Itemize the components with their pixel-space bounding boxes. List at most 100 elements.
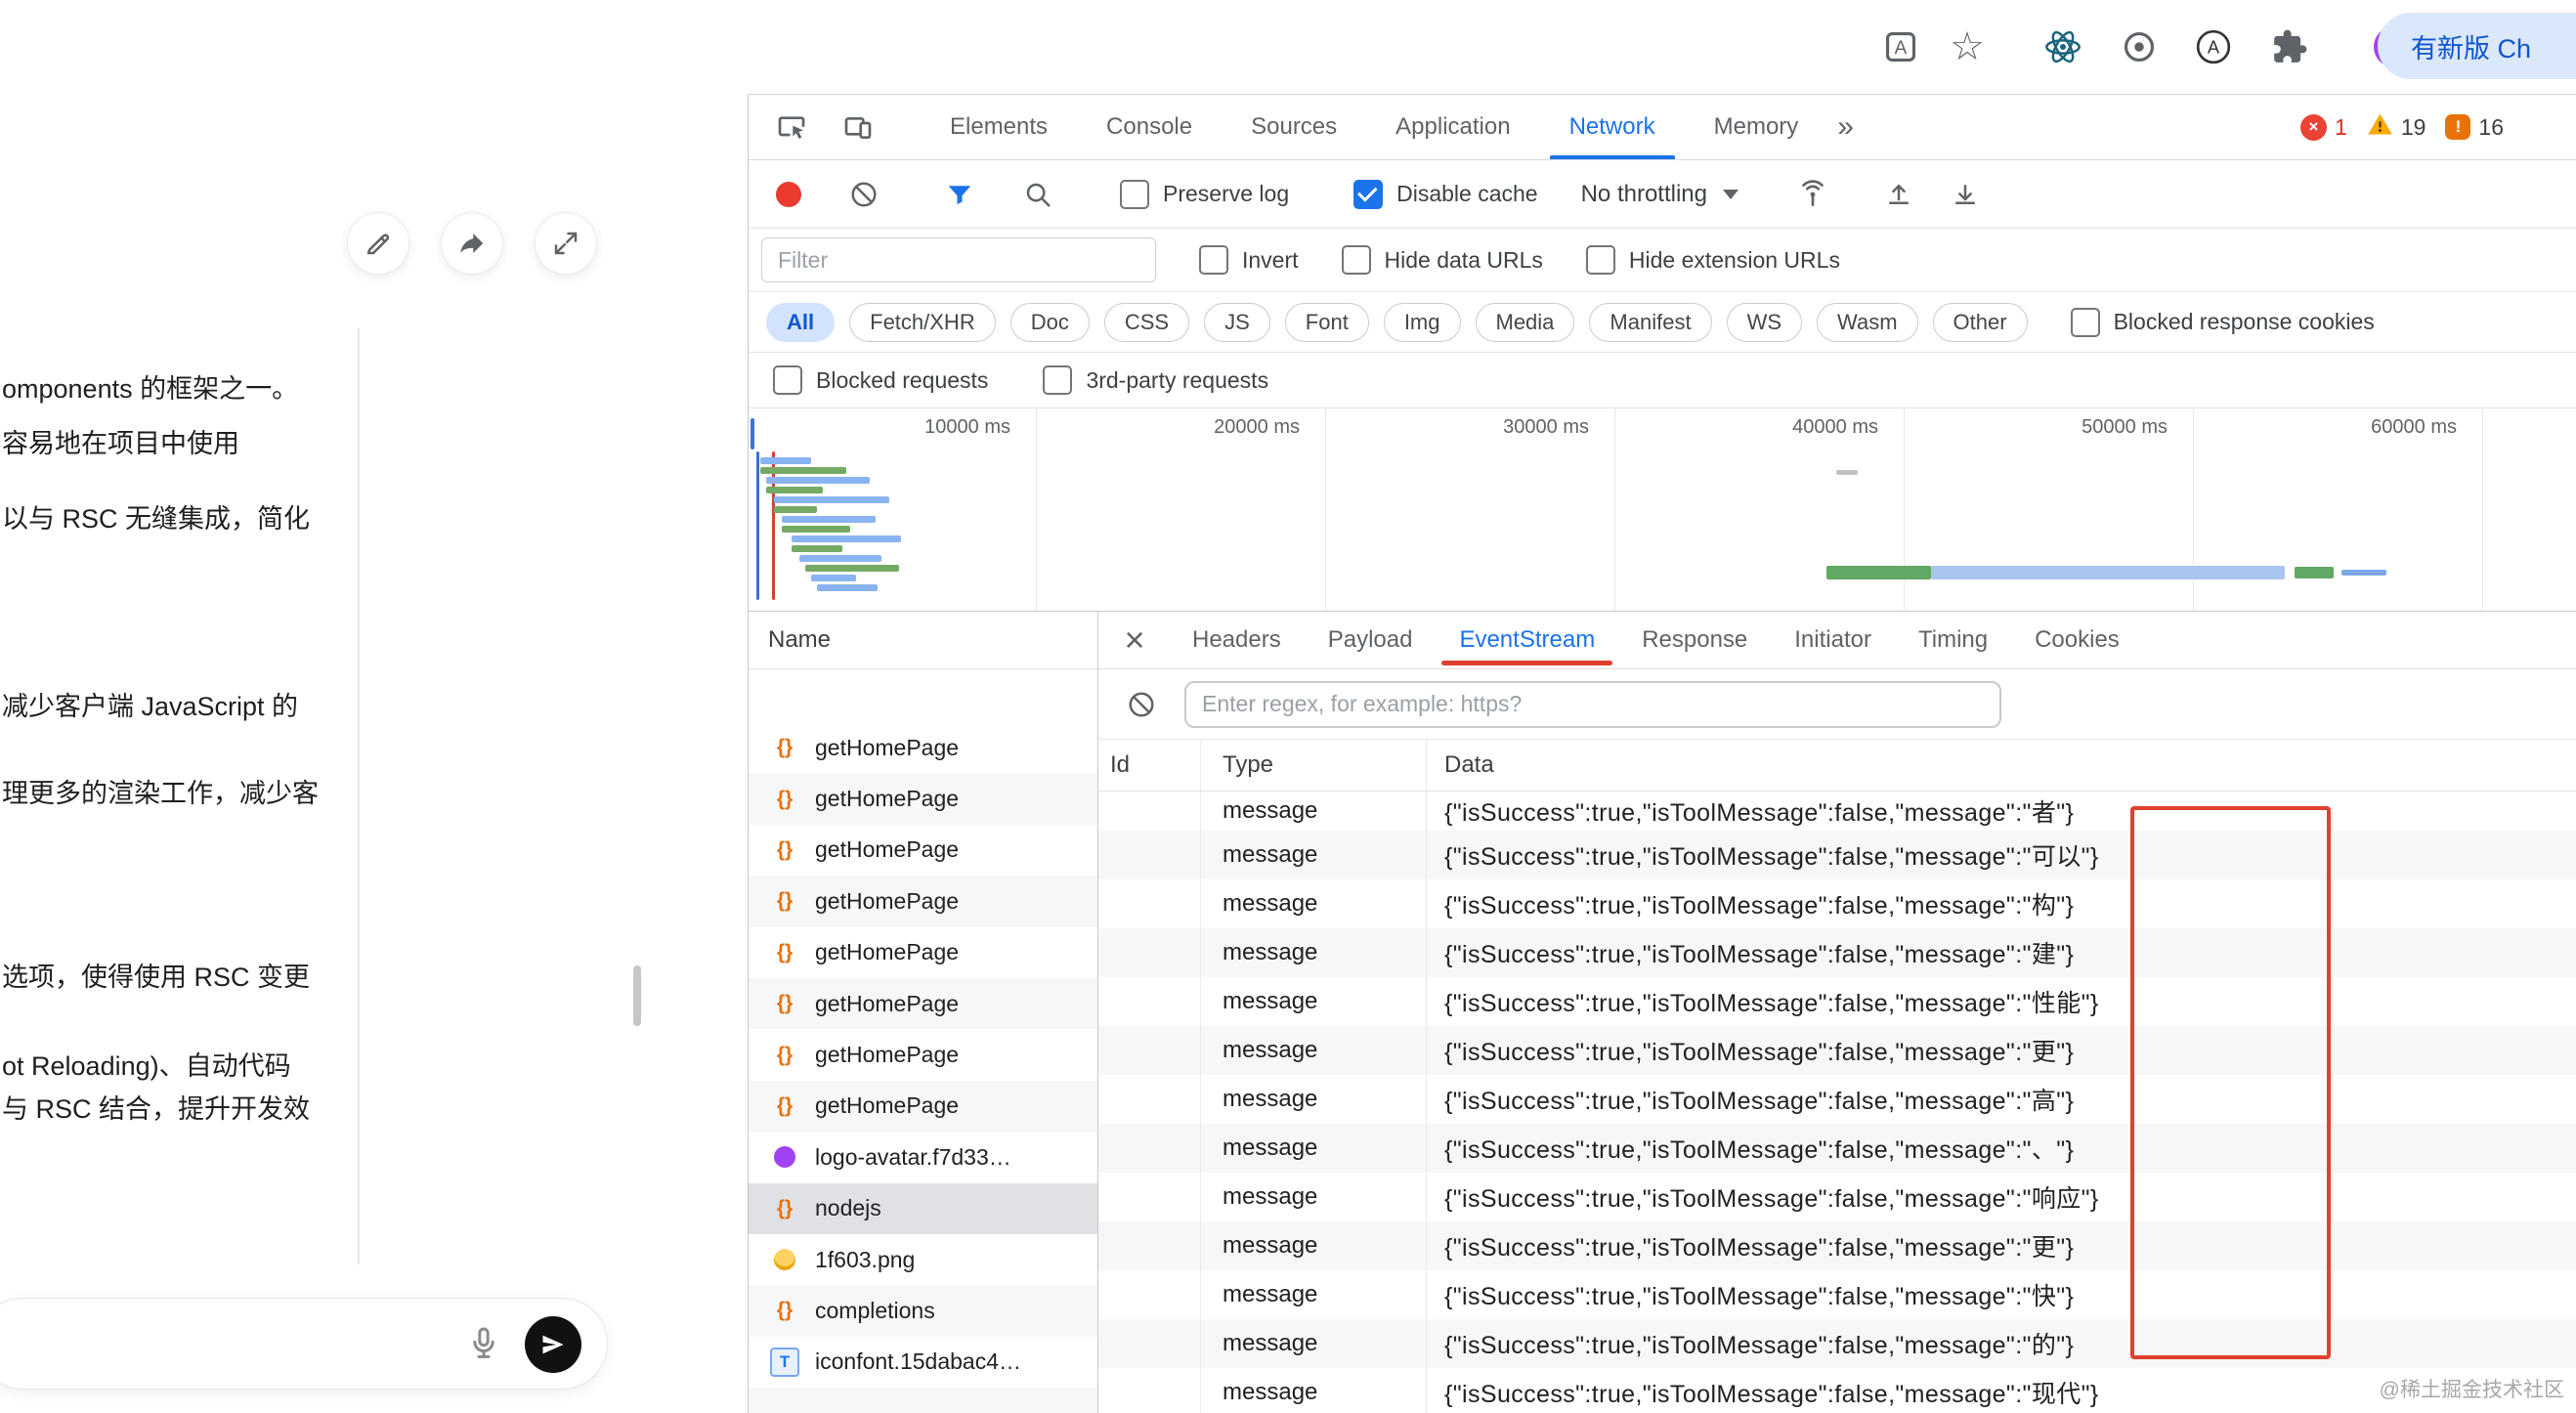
request-row[interactable]: completions bbox=[749, 1285, 1097, 1336]
circle-extension-icon[interactable] bbox=[2118, 25, 2161, 68]
devtools-tab[interactable]: Sources bbox=[1222, 95, 1366, 159]
resource-filter-chip[interactable]: Doc bbox=[1010, 303, 1090, 342]
request-type-icon bbox=[770, 788, 799, 811]
request-row[interactable]: iconfont.15dabac4… bbox=[749, 1337, 1097, 1388]
resource-filter-chip[interactable]: JS bbox=[1204, 303, 1270, 342]
name-column-header[interactable]: Name bbox=[749, 612, 1097, 669]
record-button[interactable] bbox=[776, 182, 801, 207]
request-row[interactable]: getHomePage bbox=[749, 773, 1097, 824]
request-row[interactable] bbox=[749, 1388, 1097, 1413]
devtools-tab[interactable]: Application bbox=[1366, 95, 1539, 159]
third-party-requests-checkbox[interactable]: 3rd-party requests bbox=[1043, 365, 1268, 395]
resource-filter-chip[interactable]: Other bbox=[1933, 303, 2028, 342]
request-row[interactable]: getHomePage bbox=[749, 876, 1097, 926]
resource-filter-chip[interactable]: CSS bbox=[1104, 303, 1189, 342]
request-row[interactable]: getHomePage bbox=[749, 1081, 1097, 1132]
detail-tab[interactable]: Payload bbox=[1305, 612, 1437, 668]
more-tabs-icon[interactable]: » bbox=[1837, 110, 1854, 144]
event-type-cell: message bbox=[1201, 1075, 1427, 1124]
clear-icon[interactable] bbox=[844, 175, 883, 214]
detail-tab[interactable]: EventStream bbox=[1436, 612, 1618, 668]
event-row[interactable]: message {"isSuccess":true,"isToolMessage… bbox=[1098, 1368, 2576, 1413]
export-har-icon[interactable] bbox=[1946, 175, 1985, 214]
throttling-select[interactable]: No throttling bbox=[1581, 181, 1739, 208]
event-row[interactable]: message {"isSuccess":true,"isToolMessage… bbox=[1098, 792, 2576, 831]
chrome-update-button[interactable]: 有新版 Ch bbox=[2378, 13, 2576, 79]
disable-cache-checkbox[interactable]: Disable cache bbox=[1353, 180, 1537, 209]
detail-tab[interactable]: Headers bbox=[1169, 612, 1305, 668]
event-data-cell: {"isSuccess":true,"isToolMessage":false,… bbox=[1427, 1221, 2576, 1270]
event-row[interactable]: message {"isSuccess":true,"isToolMessage… bbox=[1098, 1270, 2576, 1319]
devtools-tab[interactable]: Memory bbox=[1685, 95, 1828, 159]
resource-filter-chip[interactable]: All bbox=[766, 303, 835, 342]
event-row[interactable]: message {"isSuccess":true,"isToolMessage… bbox=[1098, 977, 2576, 1026]
request-row[interactable]: getHomePage bbox=[749, 825, 1097, 876]
detail-tab[interactable]: Timing bbox=[1895, 612, 2011, 668]
resource-filter-chip[interactable]: Wasm bbox=[1817, 303, 1918, 342]
page-scrollbar-thumb[interactable] bbox=[633, 965, 641, 1026]
network-overview-timeline[interactable]: 10000 ms 20000 ms 30000 ms 40000 ms 5000… bbox=[749, 408, 2576, 612]
event-row[interactable]: message {"isSuccess":true,"isToolMessage… bbox=[1098, 1221, 2576, 1270]
event-data-cell: {"isSuccess":true,"isToolMessage":false,… bbox=[1427, 1173, 2576, 1221]
page-text-line: 减少客户端 JavaScript 的 bbox=[2, 689, 298, 724]
detail-tab[interactable]: Initiator bbox=[1771, 612, 1895, 668]
request-row[interactable]: nodejs bbox=[749, 1183, 1097, 1234]
a-extension-icon[interactable]: A bbox=[2192, 25, 2235, 68]
event-row[interactable]: message {"isSuccess":true,"isToolMessage… bbox=[1098, 1124, 2576, 1173]
error-icon[interactable]: × bbox=[2300, 114, 2327, 141]
event-regex-input[interactable] bbox=[1184, 681, 2001, 728]
devtools-tab[interactable]: Elements bbox=[921, 95, 1077, 159]
resource-filter-chip[interactable]: WS bbox=[1727, 303, 1802, 342]
hide-data-urls-checkbox[interactable]: Hide data URLs bbox=[1342, 245, 1543, 275]
blocked-requests-checkbox[interactable]: Blocked requests bbox=[773, 365, 988, 395]
chat-input[interactable] bbox=[17, 1308, 408, 1377]
resource-filter-chip[interactable]: Media bbox=[1476, 303, 1575, 342]
inspect-element-icon[interactable] bbox=[772, 107, 811, 147]
microphone-icon[interactable] bbox=[464, 1324, 503, 1368]
request-row[interactable]: getHomePage bbox=[749, 1029, 1097, 1080]
event-row[interactable]: message {"isSuccess":true,"isToolMessage… bbox=[1098, 879, 2576, 928]
filter-input[interactable] bbox=[761, 237, 1156, 282]
request-row[interactable]: getHomePage bbox=[749, 722, 1097, 773]
search-icon[interactable] bbox=[1018, 175, 1057, 214]
import-har-icon[interactable] bbox=[1879, 175, 1918, 214]
send-button[interactable] bbox=[525, 1316, 581, 1373]
event-row[interactable]: message {"isSuccess":true,"isToolMessage… bbox=[1098, 1173, 2576, 1221]
request-row[interactable]: 1f603.png bbox=[749, 1234, 1097, 1285]
event-row[interactable]: message {"isSuccess":true,"isToolMessage… bbox=[1098, 1026, 2576, 1075]
filter-icon[interactable] bbox=[940, 175, 979, 214]
request-row[interactable]: logo-avatar.f7d33… bbox=[749, 1132, 1097, 1182]
resource-filter-chip[interactable]: Font bbox=[1285, 303, 1369, 342]
resource-filter-chip[interactable]: Fetch/XHR bbox=[849, 303, 996, 342]
issues-icon[interactable]: ! bbox=[2445, 114, 2470, 140]
event-row[interactable]: message {"isSuccess":true,"isToolMessage… bbox=[1098, 1075, 2576, 1124]
event-row[interactable]: message {"isSuccess":true,"isToolMessage… bbox=[1098, 928, 2576, 977]
event-data-cell: {"isSuccess":true,"isToolMessage":false,… bbox=[1427, 792, 2576, 831]
invert-checkbox[interactable]: Invert bbox=[1199, 245, 1299, 275]
checkbox-unchecked bbox=[2071, 308, 2100, 337]
detail-tab[interactable]: Response bbox=[1618, 612, 1771, 668]
request-row[interactable]: getHomePage bbox=[749, 927, 1097, 978]
network-conditions-icon[interactable] bbox=[1793, 175, 1832, 214]
resource-filter-chip[interactable]: Manifest bbox=[1589, 303, 1711, 342]
device-toolbar-icon[interactable] bbox=[838, 107, 878, 147]
hide-extension-urls-checkbox[interactable]: Hide extension URLs bbox=[1586, 245, 1840, 275]
detail-tab[interactable]: Cookies bbox=[2011, 612, 2143, 668]
devtools-tab[interactable]: Console bbox=[1077, 95, 1222, 159]
devtools-tab[interactable]: Network bbox=[1540, 95, 1685, 159]
close-icon[interactable]: × bbox=[1112, 622, 1157, 658]
warning-icon[interactable] bbox=[2367, 112, 2393, 142]
clear-events-icon[interactable] bbox=[1122, 685, 1161, 724]
translate-icon[interactable]: A bbox=[1879, 25, 1922, 68]
bookmark-star-icon[interactable]: ☆ bbox=[1950, 27, 1985, 66]
request-name: getHomePage bbox=[815, 1092, 959, 1119]
preserve-log-checkbox[interactable]: Preserve log bbox=[1120, 180, 1289, 209]
resource-filter-chip[interactable]: Img bbox=[1384, 303, 1461, 342]
event-row[interactable]: message {"isSuccess":true,"isToolMessage… bbox=[1098, 831, 2576, 879]
extensions-puzzle-icon[interactable] bbox=[2268, 25, 2311, 68]
request-row[interactable]: getHomePage bbox=[749, 978, 1097, 1029]
issues-count: 16 bbox=[2478, 114, 2504, 141]
react-extension-icon[interactable] bbox=[2041, 25, 2084, 68]
blocked-response-cookies-checkbox[interactable]: Blocked response cookies bbox=[2071, 308, 2375, 337]
event-row[interactable]: message {"isSuccess":true,"isToolMessage… bbox=[1098, 1319, 2576, 1368]
